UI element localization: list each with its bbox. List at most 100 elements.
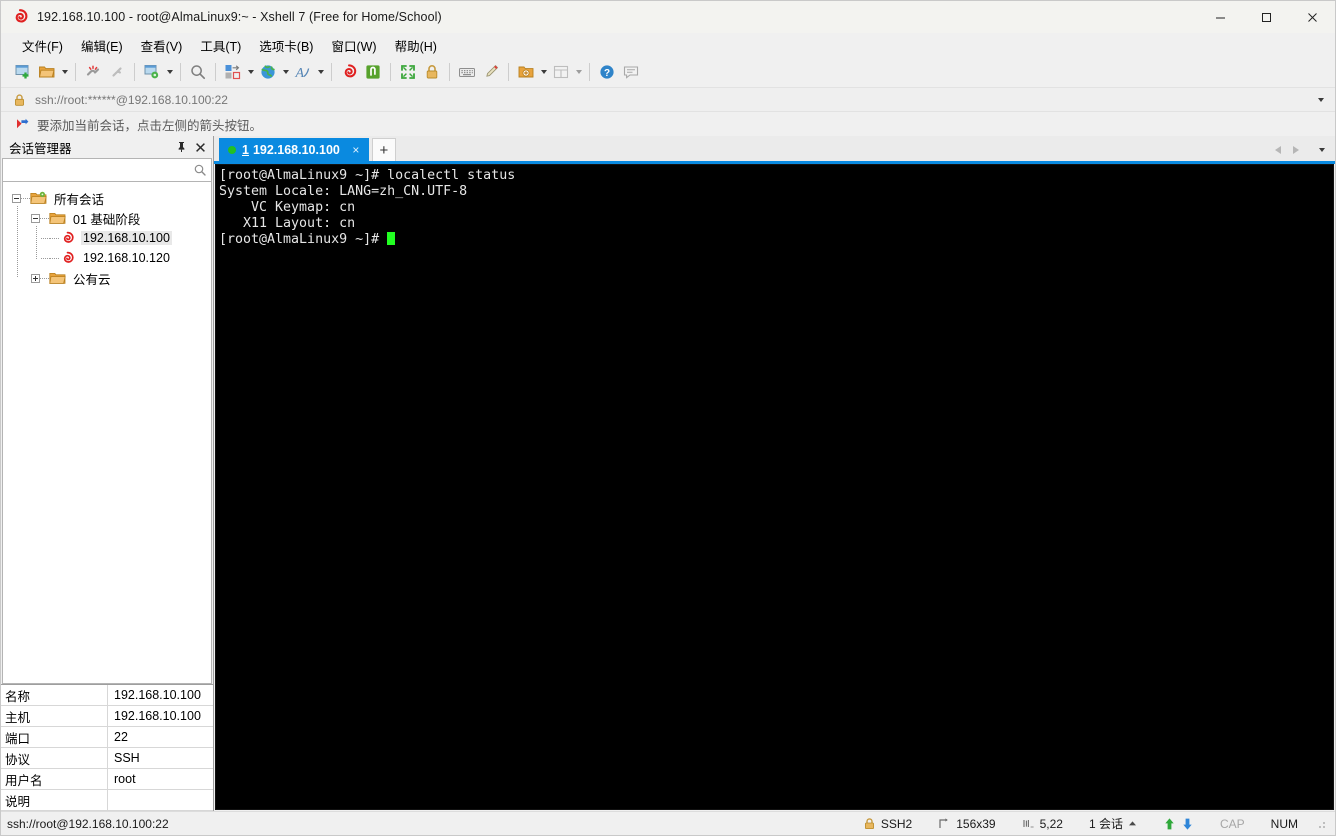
terminal-pane: 1 192.168.10.100 × + [root@AlmaLinux9 ~]… [214, 136, 1335, 811]
prev-tab-icon[interactable] [1270, 140, 1286, 160]
search-icon[interactable] [186, 60, 210, 84]
svg-text:?: ? [604, 68, 610, 79]
xftp-icon[interactable] [361, 60, 385, 84]
connection-status-dot [228, 145, 236, 154]
new-tab-button[interactable]: + [371, 138, 396, 161]
toolbar-separator [589, 63, 590, 81]
resize-grip[interactable] [1315, 817, 1327, 830]
globe-icon[interactable] [256, 60, 280, 84]
layout-dropdown[interactable] [245, 60, 256, 84]
disconnect-icon[interactable] [81, 60, 105, 84]
new-session-icon[interactable] [11, 60, 35, 84]
add-folder-dropdown[interactable] [538, 60, 549, 84]
caret-up-icon[interactable] [1128, 820, 1137, 827]
tree-node-label: 公有云 [73, 272, 111, 287]
xshell-icon[interactable] [337, 60, 361, 84]
open-folder-icon[interactable] [35, 60, 59, 84]
address-input[interactable]: ssh://root:******@192.168.10.100:22 [35, 93, 228, 107]
pin-icon[interactable] [173, 138, 190, 156]
maximize-button[interactable] [1243, 1, 1289, 33]
toolbar-separator [75, 63, 76, 81]
tree-connector [41, 237, 50, 239]
property-key: 协议 [1, 748, 108, 768]
highlight-pen-icon[interactable] [479, 60, 503, 84]
search-icon[interactable] [193, 163, 207, 177]
tab-session-1[interactable]: 1 192.168.10.100 × [219, 138, 369, 161]
layout-icon[interactable] [221, 60, 245, 84]
font-dropdown[interactable] [315, 60, 326, 84]
table-row: 端口 22 [1, 727, 213, 748]
menu-view[interactable]: 查看(V) [132, 33, 192, 58]
notice-text: 要添加当前会话，点击左侧的箭头按钮。 [37, 118, 263, 133]
terminal-line: X11 Layout: cn [219, 216, 356, 231]
toolbar-separator [331, 63, 332, 81]
comment-icon[interactable] [619, 60, 643, 84]
terminal-line: System Locale: LANG=zh_CN.UTF-8 [219, 184, 468, 199]
session-properties-dropdown[interactable] [164, 60, 175, 84]
open-folder-dropdown[interactable] [59, 60, 70, 84]
status-right-group: SSH2 156x39 5,22 1 会话 CAP NUM [850, 815, 1335, 832]
toolbar-separator [215, 63, 216, 81]
tree-node-folder-basic[interactable]: 01 基础阶段 [3, 208, 211, 228]
tab-close-icon[interactable]: × [349, 143, 363, 157]
split-view-dropdown[interactable] [573, 60, 584, 84]
help-icon[interactable]: ? [595, 60, 619, 84]
session-manager-title: 会话管理器 [9, 141, 72, 156]
tree-node-session-100[interactable]: 192.168.10.100 [3, 228, 211, 248]
terminal-screen[interactable]: [root@AlmaLinux9 ~]# localectl status Sy… [215, 164, 1334, 810]
fullscreen-icon[interactable] [396, 60, 420, 84]
connect-icon[interactable] [105, 60, 129, 84]
lock-icon[interactable] [420, 60, 444, 84]
session-search-box[interactable] [2, 158, 212, 182]
next-tab-icon[interactable] [1288, 140, 1304, 160]
table-row: 说明 [1, 790, 213, 811]
session-icon [59, 251, 76, 266]
tree-node-folder-cloud[interactable]: 公有云 [3, 268, 211, 288]
menu-tabs[interactable]: 选项卡(B) [250, 33, 322, 58]
address-bar[interactable]: ssh://root:******@192.168.10.100:22 [1, 87, 1335, 112]
table-row: 协议 SSH [1, 748, 213, 769]
tree-connector [21, 197, 30, 199]
menu-file[interactable]: 文件(F) [13, 33, 72, 58]
cursor-position-icon [1022, 817, 1035, 830]
status-sessions[interactable]: 1 会话 [1076, 815, 1150, 832]
status-protocol[interactable]: SSH2 [850, 817, 925, 831]
expander-collapse-icon[interactable] [31, 213, 40, 223]
tree-connector [40, 217, 49, 219]
expander-expand-icon[interactable] [31, 273, 40, 283]
status-protocol-label: SSH2 [880, 816, 913, 831]
minimize-button[interactable] [1197, 1, 1243, 33]
tree-node-all-sessions[interactable]: 所有会话 [3, 188, 211, 208]
table-row: 用户名 root [1, 769, 213, 790]
status-transfer [1150, 817, 1207, 831]
property-key: 主机 [1, 706, 108, 726]
tree-connector [50, 237, 59, 239]
xshell-window: 192.168.10.100 - root@AlmaLinux9:~ - Xsh… [0, 0, 1336, 836]
tree-node-session-120[interactable]: 192.168.10.120 [3, 248, 211, 268]
red-blue-arrow-icon[interactable] [15, 117, 29, 131]
session-properties-grid: 名称 192.168.10.100 主机 192.168.10.100 端口 2… [1, 684, 213, 811]
status-position-label: 5,22 [1039, 816, 1063, 831]
font-icon[interactable]: A [291, 60, 315, 84]
property-value: 192.168.10.100 [114, 688, 201, 702]
chevron-down-icon[interactable] [1307, 87, 1335, 112]
split-view-icon[interactable] [549, 60, 573, 84]
close-button[interactable] [1289, 1, 1335, 33]
tree-node-label: 192.168.10.100 [81, 231, 172, 245]
session-tree[interactable]: 所有会话 01 基础阶段 192.168.10.100 192.168.10.1… [2, 182, 212, 684]
globe-dropdown[interactable] [280, 60, 291, 84]
menu-window[interactable]: 窗口(W) [322, 33, 385, 58]
close-icon[interactable] [192, 138, 209, 156]
menu-help[interactable]: 帮助(H) [386, 33, 446, 58]
menu-bar: 文件(F) 编辑(E) 查看(V) 工具(T) 选项卡(B) 窗口(W) 帮助(… [1, 33, 1335, 57]
add-folder-icon[interactable] [514, 60, 538, 84]
menu-edit[interactable]: 编辑(E) [72, 33, 132, 58]
expander-collapse-icon[interactable] [12, 193, 21, 203]
property-key: 端口 [1, 727, 108, 747]
session-properties-icon[interactable] [140, 60, 164, 84]
toolbar-separator [449, 63, 450, 81]
search-input[interactable] [9, 162, 193, 178]
keyboard-icon[interactable] [455, 60, 479, 84]
tab-list-icon[interactable] [1314, 140, 1330, 160]
menu-tools[interactable]: 工具(T) [191, 33, 250, 58]
